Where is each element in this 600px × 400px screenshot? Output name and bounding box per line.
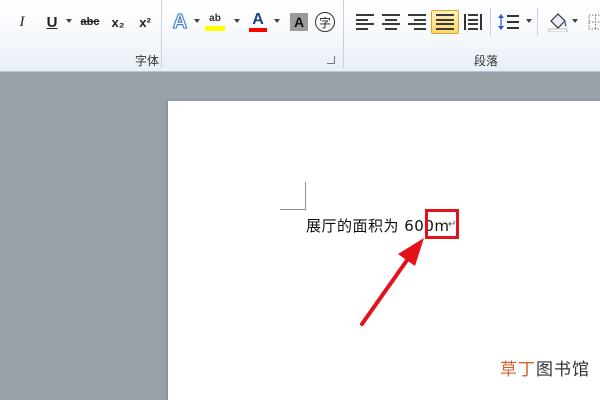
watermark-accent: 草丁 (500, 360, 536, 380)
watermark: 草丁图书馆 (500, 355, 590, 380)
watermark-rest: 图书馆 (536, 360, 590, 380)
annotation-arrow-icon (360, 238, 424, 326)
